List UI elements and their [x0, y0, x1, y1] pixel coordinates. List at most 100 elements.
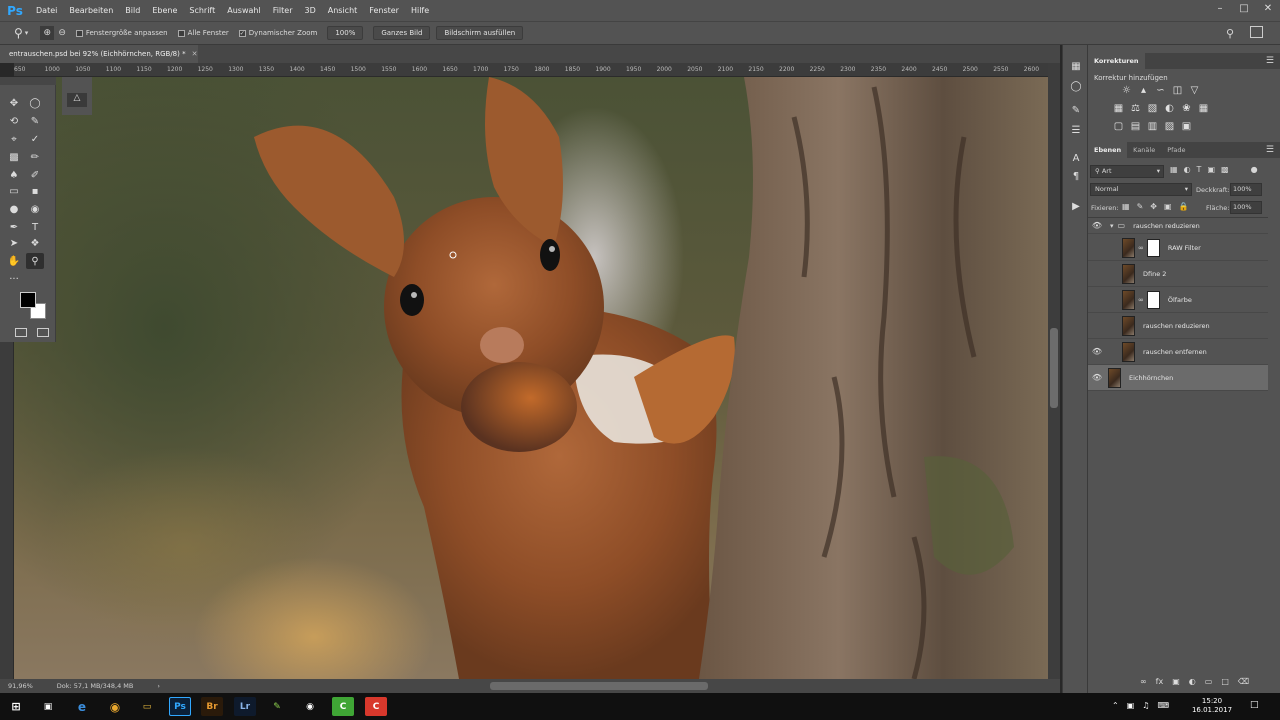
- layer-group-row[interactable]: 👁 ▾ ▭ rauschen reduzieren: [1088, 218, 1268, 234]
- tab-layers[interactable]: Ebenen: [1088, 142, 1128, 158]
- zoom-tool-icon[interactable]: ⚲: [14, 26, 23, 40]
- chevron-down-icon[interactable]: ▾: [25, 29, 29, 37]
- eye-icon[interactable]: 👁: [1088, 373, 1106, 382]
- lightroom-icon[interactable]: Lr: [234, 697, 256, 716]
- hand-tool-icon[interactable]: ✋: [5, 253, 23, 269]
- gradient-tool-icon[interactable]: ▪: [26, 183, 44, 199]
- marquee-tool-icon[interactable]: ◯: [26, 95, 44, 111]
- search-icon[interactable]: ⚲: [1226, 27, 1234, 40]
- add-mask-icon[interactable]: ▣: [1172, 677, 1180, 686]
- histogram-icon[interactable]: △: [67, 93, 87, 107]
- path-selection-icon[interactable]: ➤: [5, 235, 23, 251]
- brush-tool-icon[interactable]: ✏: [26, 149, 44, 165]
- brightness-icon[interactable]: ☼: [1118, 85, 1135, 99]
- menu-ebene[interactable]: Ebene: [146, 6, 183, 15]
- history-brush-icon[interactable]: ✐: [26, 167, 44, 183]
- type-filter-icon[interactable]: T: [1197, 165, 1202, 174]
- chrome-icon[interactable]: ◉: [104, 697, 126, 716]
- new-group-icon[interactable]: ▭: [1205, 677, 1213, 686]
- menu-bild[interactable]: Bild: [119, 6, 146, 15]
- fill-input[interactable]: 100%: [1230, 201, 1262, 214]
- eyedropper-tool-icon[interactable]: ✓: [26, 131, 44, 147]
- quick-select-tool-icon[interactable]: ✎: [26, 113, 44, 129]
- fit-window-checkbox[interactable]: Fenstergröße anpassen: [75, 29, 168, 37]
- layer-row[interactable]: rauschen reduzieren: [1088, 313, 1268, 339]
- posterize-icon[interactable]: ▤: [1127, 121, 1144, 135]
- scrubby-zoom-checkbox[interactable]: ✓ Dynamischer Zoom: [238, 29, 317, 37]
- levels-icon[interactable]: ▴: [1135, 85, 1152, 99]
- threshold-icon[interactable]: ▥: [1144, 121, 1161, 135]
- taskbar-clock[interactable]: 15:20 16.01.2017: [1190, 697, 1234, 715]
- filter-toggle-icon[interactable]: ●: [1251, 165, 1258, 174]
- curves-icon[interactable]: ∽: [1152, 85, 1169, 99]
- fill-screen-button[interactable]: Bildschirm ausfüllen: [436, 26, 524, 40]
- screen-mode-icon[interactable]: [37, 328, 49, 337]
- minimize-icon[interactable]: –: [1208, 0, 1232, 21]
- layer-row[interactable]: ∞ Ölfarbe: [1088, 287, 1268, 313]
- chevron-up-icon[interactable]: ⌃: [1112, 701, 1119, 710]
- color-lookup-icon[interactable]: ▦: [1195, 103, 1212, 117]
- lock-transparency-icon[interactable]: ▦: [1122, 202, 1130, 211]
- brush-settings-icon[interactable]: ☰: [1067, 125, 1085, 139]
- fit-screen-button[interactable]: Ganzes Bild: [373, 26, 431, 40]
- pixel-filter-icon[interactable]: ▦: [1170, 165, 1178, 174]
- color-balance-icon[interactable]: ⚖: [1127, 103, 1144, 117]
- windows-start-icon[interactable]: ⊞: [5, 697, 27, 716]
- tab-paths[interactable]: Pfade: [1161, 142, 1191, 158]
- adjustments-panel-icon[interactable]: ▦: [1067, 61, 1085, 75]
- document-canvas[interactable]: [14, 77, 1048, 679]
- hue-saturation-icon[interactable]: ▦: [1110, 103, 1127, 117]
- paragraph-panel-icon[interactable]: ¶: [1067, 171, 1085, 185]
- restore-icon[interactable]: □: [1232, 0, 1256, 21]
- black-white-icon[interactable]: ▧: [1144, 103, 1161, 117]
- toolbox-header[interactable]: [0, 77, 56, 85]
- history-panel-icon[interactable]: ◯: [1067, 81, 1085, 95]
- crop-tool-icon[interactable]: ⌖: [5, 131, 23, 147]
- tab-adjustments[interactable]: Korrekturen: [1088, 53, 1145, 69]
- gradient-map-icon[interactable]: ▨: [1161, 121, 1178, 135]
- recorder-icon[interactable]: C: [365, 697, 387, 716]
- chevron-down-icon[interactable]: ▾: [1110, 222, 1114, 230]
- layer-row[interactable]: Dfine 2: [1088, 261, 1268, 287]
- actions-play-icon[interactable]: ▶: [1067, 201, 1085, 215]
- vertical-scrollbar[interactable]: [1048, 63, 1060, 679]
- network-icon[interactable]: ▣: [1127, 701, 1135, 710]
- camtasia-icon[interactable]: C: [332, 697, 354, 716]
- link-layers-icon[interactable]: ∞: [1140, 677, 1147, 686]
- opacity-input[interactable]: 100%: [1230, 183, 1262, 196]
- chevron-right-icon[interactable]: ›: [157, 682, 160, 690]
- new-adjustment-icon[interactable]: ◐: [1189, 677, 1196, 686]
- lock-all-icon[interactable]: 🔒: [1179, 202, 1189, 211]
- trash-icon[interactable]: ⌫: [1238, 677, 1249, 686]
- type-tool-icon[interactable]: T: [26, 219, 44, 235]
- horizontal-scrollbar-thumb[interactable]: [490, 682, 708, 690]
- eye-icon[interactable]: 👁: [1088, 221, 1106, 230]
- selective-color-icon[interactable]: ▣: [1178, 121, 1195, 135]
- workspace-icon[interactable]: [1250, 26, 1263, 38]
- menu-hilfe[interactable]: Hilfe: [405, 6, 435, 15]
- eye-icon[interactable]: 👁: [1088, 347, 1106, 356]
- task-view-icon[interactable]: ▣: [37, 697, 59, 716]
- dodge-tool-icon[interactable]: ◉: [26, 201, 44, 217]
- clone-stamp-icon[interactable]: ♠: [5, 167, 23, 183]
- move-tool-icon[interactable]: ✥: [5, 95, 23, 111]
- photo-filter-icon[interactable]: ◐: [1161, 103, 1178, 117]
- zoom-level[interactable]: 91,96%: [8, 682, 33, 690]
- photoshop-taskbar-icon[interactable]: Ps: [169, 697, 191, 716]
- keyboard-icon[interactable]: ⌨: [1157, 701, 1169, 710]
- menu-fenster[interactable]: Fenster: [363, 6, 405, 15]
- new-layer-icon[interactable]: □: [1221, 677, 1229, 686]
- blend-mode-select[interactable]: Normal ▾: [1090, 183, 1192, 196]
- close-icon[interactable]: ✕: [1256, 0, 1280, 21]
- layer-row-selected[interactable]: 👁 Eichhörnchen: [1088, 365, 1268, 391]
- layer-filter-select[interactable]: ⚲ Art ▾: [1090, 165, 1164, 178]
- blur-tool-icon[interactable]: ●: [5, 201, 23, 217]
- invert-icon[interactable]: ▢: [1110, 121, 1127, 135]
- menu-datei[interactable]: Datei: [30, 6, 63, 15]
- zoom-tool-icon[interactable]: ⚲: [26, 253, 44, 269]
- notepad-icon[interactable]: ✎: [266, 697, 288, 716]
- menu-auswahl[interactable]: Auswahl: [221, 6, 266, 15]
- fx-icon[interactable]: fx: [1156, 677, 1164, 686]
- lasso-tool-icon[interactable]: ⟲: [5, 113, 23, 129]
- adjustment-filter-icon[interactable]: ◐: [1184, 165, 1191, 174]
